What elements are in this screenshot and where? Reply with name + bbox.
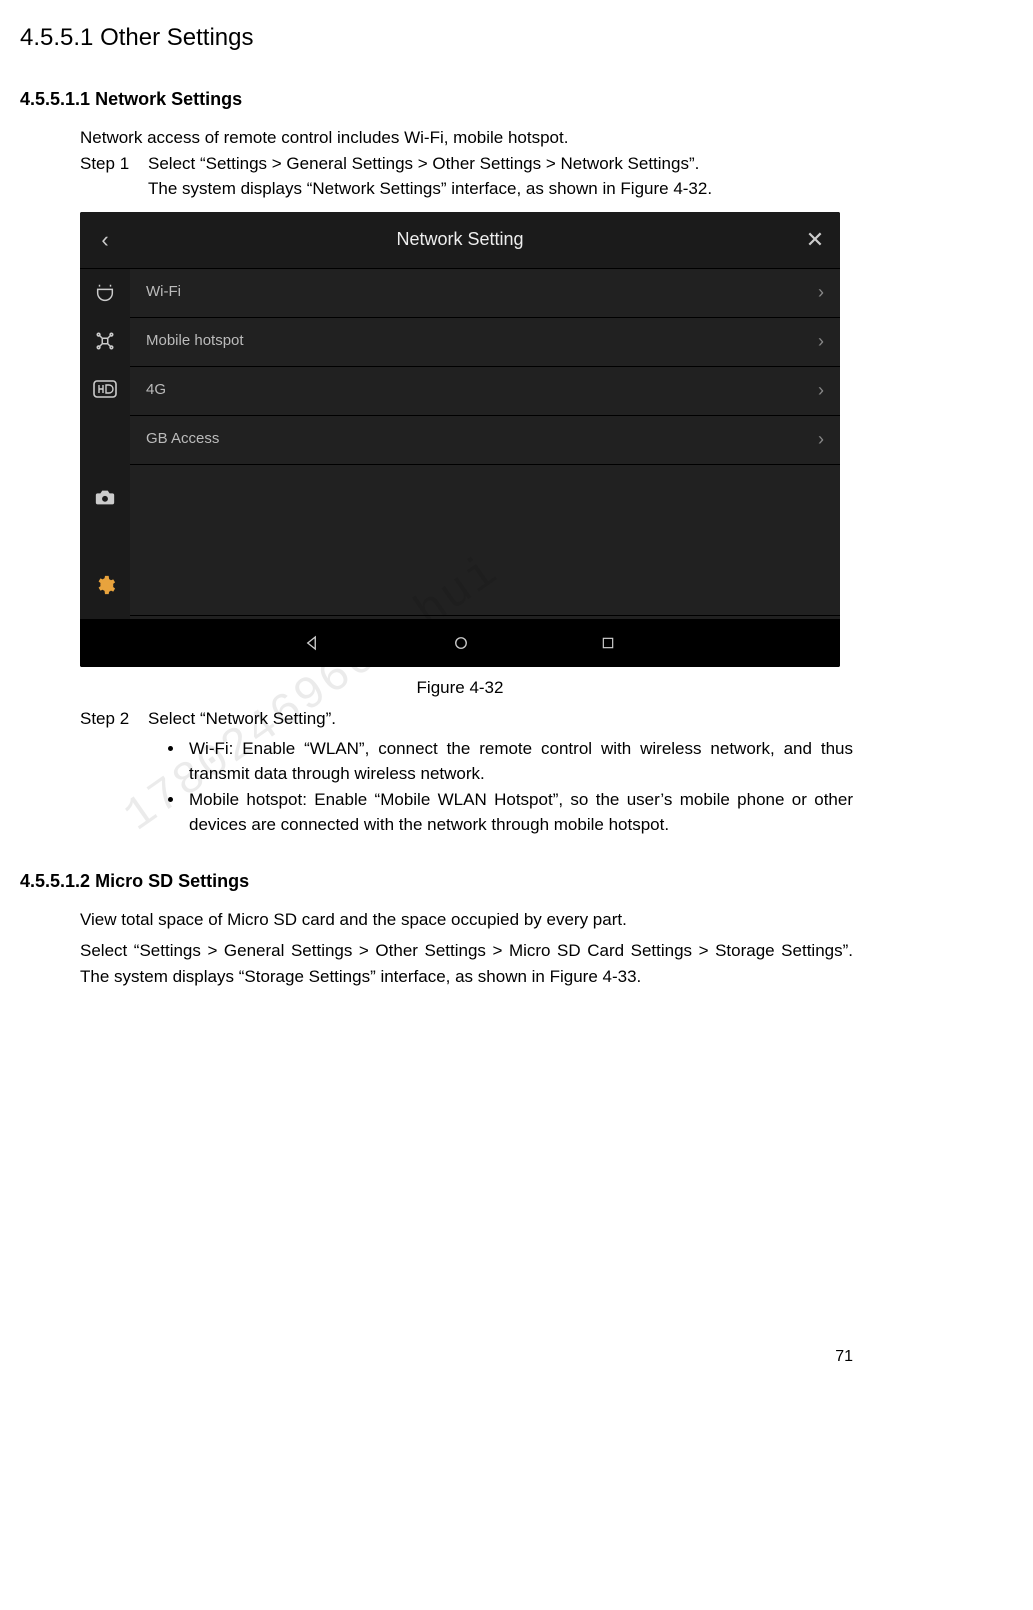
chevron-right-icon: › bbox=[818, 377, 824, 404]
subsection2-heading: 4.5.5.1.2 Micro SD Settings bbox=[20, 868, 853, 895]
section-heading: 4.5.5.1 Other Settings bbox=[20, 20, 853, 56]
subsection1-number: 4.5.5.1.1 bbox=[20, 89, 90, 109]
figure-4-32-screenshot: ‹ Network Setting ✕ bbox=[80, 212, 840, 667]
gear-icon[interactable] bbox=[90, 561, 120, 609]
list-item-label: 4G bbox=[146, 379, 818, 402]
chevron-right-icon: › bbox=[818, 328, 824, 355]
screenshot-list: Wi-Fi › Mobile hotspot › 4G › GB Access … bbox=[130, 269, 840, 619]
step1-line1: Select “Settings > General Settings > Ot… bbox=[148, 151, 853, 177]
list-item: Wi-Fi: Enable “WLAN”, connect the remote… bbox=[185, 736, 853, 787]
subsection2-title: Micro SD Settings bbox=[95, 871, 249, 891]
hd-icon[interactable] bbox=[90, 365, 120, 413]
list-item-label: GB Access bbox=[146, 428, 818, 451]
close-icon[interactable]: ✕ bbox=[790, 223, 840, 256]
step1-row: Step 1 Select “Settings > General Settin… bbox=[80, 151, 853, 202]
screenshot-title: Network Setting bbox=[130, 226, 790, 253]
subsection1-intro: Network access of remote control include… bbox=[80, 125, 853, 151]
chevron-right-icon: › bbox=[818, 426, 824, 453]
nav-back-icon[interactable] bbox=[304, 634, 322, 652]
list-item[interactable]: Wi-Fi › bbox=[130, 269, 840, 318]
step2-label: Step 2 bbox=[80, 706, 148, 732]
subsection2-number: 4.5.5.1.2 bbox=[20, 871, 90, 891]
bullet-list: Wi-Fi: Enable “WLAN”, connect the remote… bbox=[20, 736, 853, 838]
step1-label: Step 1 bbox=[80, 151, 148, 202]
subsection2-p2: Select “Settings > General Settings > Ot… bbox=[80, 938, 853, 989]
page-number: 71 bbox=[835, 1345, 853, 1369]
screenshot-sidebar bbox=[80, 269, 130, 619]
back-icon[interactable]: ‹ bbox=[80, 223, 130, 256]
screenshot-topbar: ‹ Network Setting ✕ bbox=[80, 212, 840, 269]
list-item-label: Mobile hotspot bbox=[146, 330, 818, 353]
subsection1-heading: 4.5.5.1.1 Network Settings bbox=[20, 86, 853, 113]
subsection2-p1: View total space of Micro SD card and th… bbox=[80, 907, 853, 933]
remote-icon[interactable] bbox=[90, 269, 120, 317]
list-item: Mobile hotspot: Enable “Mobile WLAN Hots… bbox=[185, 787, 853, 838]
figure-caption: Figure 4-32 bbox=[80, 675, 840, 701]
step2-text: Select “Network Setting”. bbox=[148, 706, 853, 732]
list-item[interactable]: 4G › bbox=[130, 367, 840, 416]
list-item[interactable]: GB Access › bbox=[130, 416, 840, 465]
camera-icon[interactable] bbox=[90, 473, 120, 521]
step2-row: Step 2 Select “Network Setting”. bbox=[80, 706, 853, 732]
chevron-right-icon: › bbox=[818, 279, 824, 306]
list-item-label: Wi-Fi bbox=[146, 281, 818, 304]
subsection1-title: Network Settings bbox=[95, 89, 242, 109]
step1-line2: The system displays “Network Settings” i… bbox=[148, 176, 853, 202]
android-navbar bbox=[80, 619, 840, 667]
drone-icon[interactable] bbox=[90, 317, 120, 365]
list-item[interactable]: Mobile hotspot › bbox=[130, 318, 840, 367]
nav-recent-icon[interactable] bbox=[600, 635, 616, 651]
nav-home-icon[interactable] bbox=[452, 634, 470, 652]
